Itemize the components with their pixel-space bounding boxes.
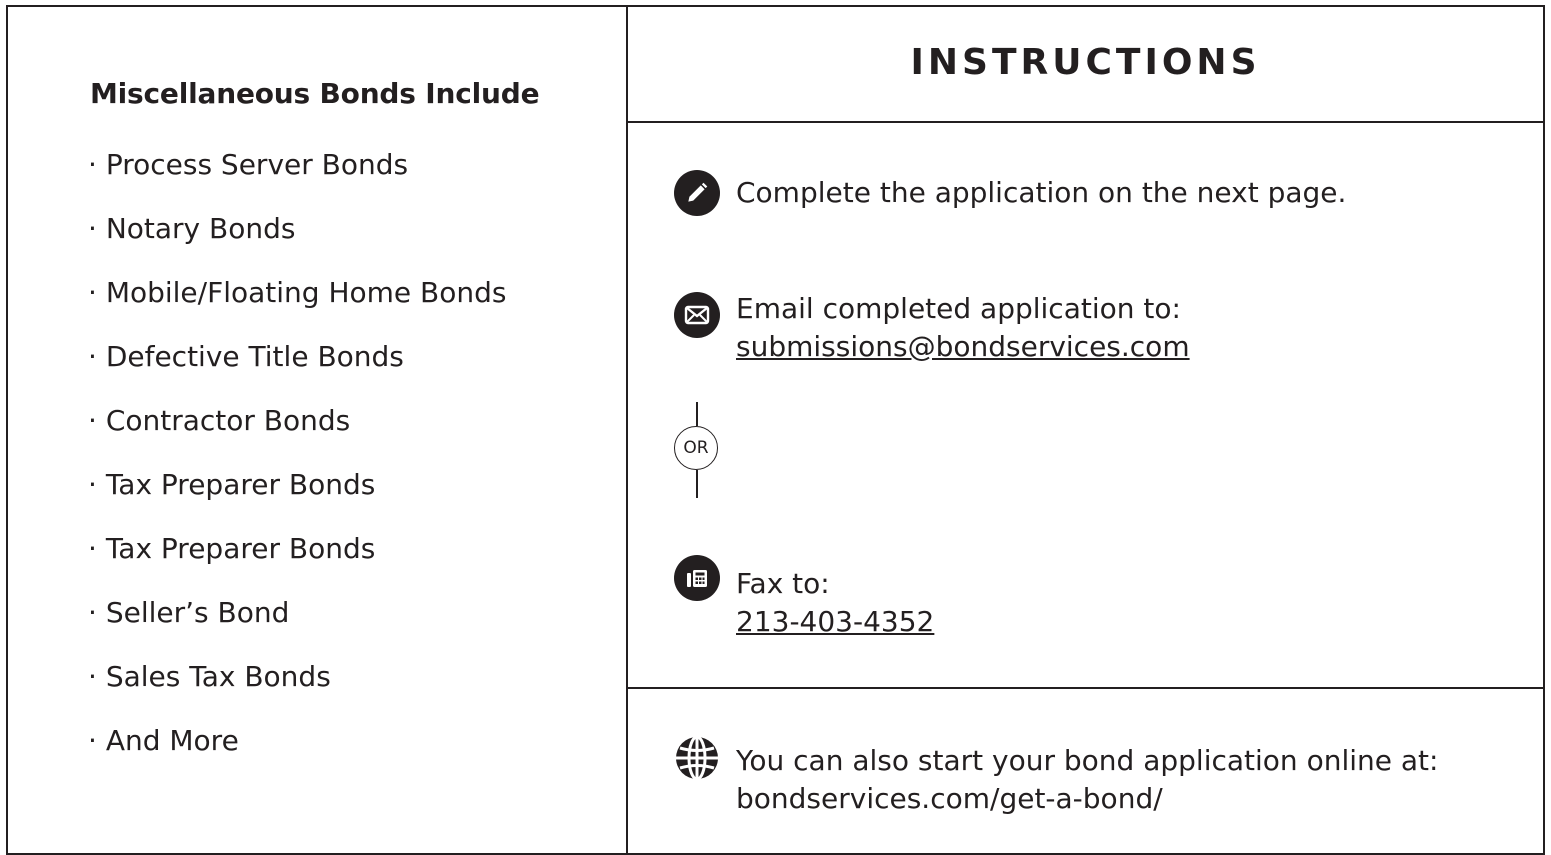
list-item: Contractor Bonds (88, 401, 506, 465)
globe-icon (674, 735, 720, 781)
step-fax: Fax to: 213-403-4352 (674, 555, 934, 641)
list-item: Process Server Bonds (88, 145, 506, 209)
section-divider (628, 687, 1543, 689)
step-email-block: Email completed application to: submissi… (736, 290, 1190, 366)
envelope-icon (674, 292, 720, 338)
online-url[interactable]: bondservices.com/get-a-bond/ (736, 780, 1438, 818)
list-item: Notary Bonds (88, 209, 506, 273)
bond-types-panel: Miscellaneous Bonds Include Process Serv… (8, 7, 628, 853)
bond-types-list: Process Server Bonds Notary Bonds Mobile… (88, 145, 507, 785)
or-badge: OR (674, 426, 718, 470)
pencil-icon (674, 170, 720, 216)
step-email: Email completed application to: submissi… (674, 290, 1190, 366)
or-line-top (696, 402, 698, 426)
online-application: You can also start your bond application… (674, 735, 1438, 818)
list-item: Tax Preparer Bonds (88, 529, 506, 593)
document-frame: Miscellaneous Bonds Include Process Serv… (6, 5, 1545, 855)
fax-number-link[interactable]: 213-403-4352 (736, 605, 934, 638)
instructions-title: INSTRUCTIONS (910, 41, 1261, 83)
list-item: Mobile/Floating Home Bonds (88, 273, 507, 337)
instructions-panel: INSTRUCTIONS Complete the application on… (628, 7, 1543, 853)
step-email-text: Email completed application to: (736, 292, 1181, 325)
or-separator: OR (672, 402, 722, 498)
online-text: You can also start your bond application… (736, 744, 1439, 777)
list-item: Defective Title Bonds (88, 337, 506, 401)
instructions-header: INSTRUCTIONS (628, 7, 1543, 123)
list-item: Tax Preparer Bonds (88, 465, 506, 529)
list-item: Sales Tax Bonds (88, 657, 506, 721)
online-block: You can also start your bond application… (736, 742, 1438, 818)
bond-types-heading: Miscellaneous Bonds Include (90, 77, 540, 110)
step-fax-text: Fax to: (736, 567, 830, 600)
list-item: Seller’s Bond (88, 593, 506, 657)
step-complete-text: Complete the application on the next pag… (736, 176, 1347, 209)
list-item: And More (88, 721, 506, 785)
or-line-bottom (696, 470, 698, 498)
step-complete: Complete the application on the next pag… (674, 170, 1346, 216)
step-fax-block: Fax to: 213-403-4352 (736, 565, 934, 641)
email-link[interactable]: submissions@bondservices.com (736, 330, 1190, 363)
fax-icon (674, 555, 720, 601)
